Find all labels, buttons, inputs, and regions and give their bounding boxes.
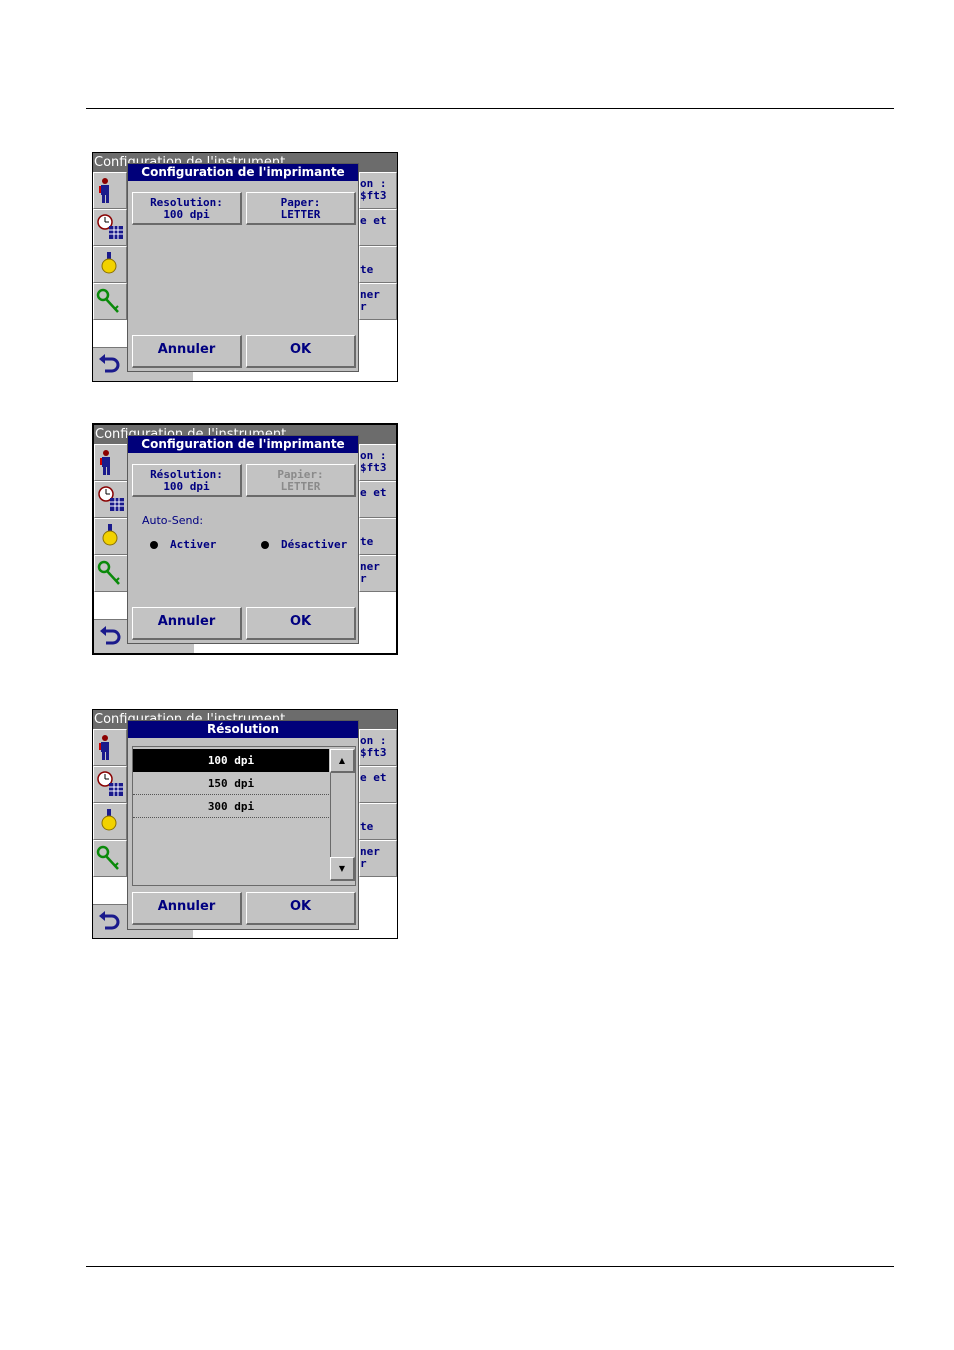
sidebar-operator-button[interactable] — [94, 444, 128, 481]
dialog-title: Configuration de l'imprimante — [128, 436, 358, 453]
printer-config-dialog: Configuration de l'imprimante Résolution… — [127, 435, 359, 644]
lamp-icon — [101, 252, 117, 274]
sidebar-security-button[interactable] — [93, 840, 127, 877]
sidebar-datetime-button[interactable] — [93, 766, 127, 803]
scrollbar-track[interactable] — [330, 773, 355, 857]
paper-button: Papier: LETTER — [246, 464, 356, 497]
screenshot-printer-config: Configuration de l'instrument on : $ft3 … — [92, 152, 398, 382]
cancel-button[interactable]: Annuler — [132, 892, 242, 925]
lamp-icon — [102, 524, 118, 546]
right-button-1[interactable]: on : $ft3 — [359, 444, 396, 481]
operator-icon — [99, 178, 109, 203]
scroll-up-button[interactable]: ▲ — [330, 749, 355, 773]
sidebar-datetime-button[interactable] — [94, 481, 128, 518]
back-arrow-icon[interactable] — [98, 624, 124, 648]
printer-config-dialog: Configuration de l'imprimante Resolution… — [127, 163, 359, 372]
paper-value: LETTER — [280, 208, 321, 221]
operator-icon — [100, 450, 110, 475]
right-button-1[interactable]: on : $ft3 — [359, 729, 397, 766]
ok-button[interactable]: OK — [246, 892, 356, 925]
paper-value: LETTER — [280, 480, 321, 493]
clock-calendar-icon — [98, 486, 124, 511]
right-button-4[interactable]: ner r — [359, 840, 397, 877]
screenshot-printer-config-autosend: Configuration de l'instrument on : $ft3 … — [92, 423, 398, 655]
activate-radio[interactable]: Activer — [150, 538, 216, 551]
paper-button[interactable]: Paper: LETTER — [246, 192, 356, 225]
key-icon — [96, 288, 119, 313]
radio-dot — [261, 541, 269, 549]
list-item[interactable]: 300 dpi — [133, 795, 329, 818]
right-button-3[interactable]: te — [359, 518, 396, 555]
list-item-selected[interactable]: 100 dpi — [133, 749, 329, 772]
right-button-4[interactable]: ner r — [359, 555, 396, 592]
key-icon — [97, 560, 120, 585]
scroll-down-icon: ▼ — [338, 864, 346, 873]
activate-label: Activer — [170, 538, 217, 551]
dialog-title: Résolution — [128, 721, 358, 738]
right-button-2[interactable]: e et — [359, 766, 397, 803]
resolution-list: 100 dpi 150 dpi 300 dpi ▲ ▼ — [132, 746, 356, 886]
back-arrow-icon[interactable] — [97, 352, 123, 376]
deactivate-radio[interactable]: Désactiver — [261, 538, 347, 551]
ok-button[interactable]: OK — [246, 335, 356, 368]
resolution-button[interactable]: Résolution: 100 dpi — [132, 464, 242, 497]
operator-icon — [99, 735, 109, 760]
sidebar-datetime-button[interactable] — [93, 209, 127, 246]
key-icon — [96, 845, 119, 870]
sidebar-lamp-button[interactable] — [93, 803, 127, 840]
sidebar-operator-button[interactable] — [93, 729, 127, 766]
sidebar-lamp-button[interactable] — [94, 518, 128, 555]
scroll-down-button[interactable]: ▼ — [330, 857, 355, 881]
sidebar-operator-button[interactable] — [93, 172, 127, 209]
top-rule — [86, 108, 894, 109]
right-button-3[interactable]: te — [359, 246, 397, 283]
right-button-2[interactable]: e et — [359, 209, 397, 246]
screenshot-resolution-list: Configuration de l'instrument on : $ft3 … — [92, 709, 398, 939]
lamp-icon — [101, 809, 117, 831]
resolution-button[interactable]: Resolution: 100 dpi — [132, 192, 242, 225]
ok-button[interactable]: OK — [246, 607, 356, 640]
sidebar-security-button[interactable] — [93, 283, 127, 320]
resolution-value: 100 dpi — [163, 480, 210, 493]
cancel-button[interactable]: Annuler — [132, 607, 242, 640]
right-button-3[interactable]: te — [359, 803, 397, 840]
clock-calendar-icon — [97, 771, 123, 796]
clock-calendar-icon — [97, 214, 123, 239]
list-item[interactable]: 150 dpi — [133, 772, 329, 795]
cancel-button[interactable]: Annuler — [132, 335, 242, 368]
deactivate-label: Désactiver — [281, 538, 348, 551]
radio-dot — [150, 541, 158, 549]
bottom-rule — [86, 1266, 894, 1267]
right-button-4[interactable]: ner r — [359, 283, 397, 320]
right-button-2[interactable]: e et — [359, 481, 396, 518]
right-button-1[interactable]: on : $ft3 — [359, 172, 397, 209]
resolution-dialog: Résolution 100 dpi 150 dpi 300 dpi ▲ ▼ A… — [127, 720, 359, 930]
resolution-value: 100 dpi — [163, 208, 210, 221]
scroll-up-icon: ▲ — [338, 756, 346, 765]
dialog-title: Configuration de l'imprimante — [128, 164, 358, 181]
sidebar-lamp-button[interactable] — [93, 246, 127, 283]
sidebar-security-button[interactable] — [94, 555, 128, 592]
back-arrow-icon[interactable] — [97, 909, 123, 933]
autosend-label: Auto-Send: — [142, 514, 204, 527]
